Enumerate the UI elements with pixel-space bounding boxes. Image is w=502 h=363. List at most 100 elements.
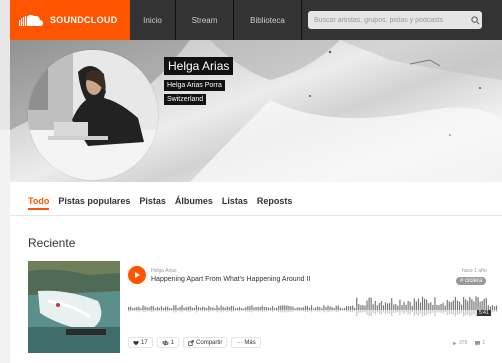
track-title[interactable]: Happening Apart From What's Happening Ar… bbox=[151, 276, 310, 283]
tab-albumes[interactable]: Álbumes bbox=[175, 196, 213, 210]
waveform-bar bbox=[183, 307, 185, 310]
waveform-bar-reflection bbox=[278, 310, 280, 313]
like-button[interactable]: 17 bbox=[128, 337, 153, 348]
waveform-bar-reflection bbox=[407, 310, 409, 315]
waveform-bar-reflection bbox=[220, 310, 222, 313]
waveform-bar bbox=[138, 306, 140, 310]
waveform-bar bbox=[329, 306, 331, 310]
soundcloud-logo[interactable]: SOUNDCLOUD bbox=[10, 0, 130, 40]
waveform-bar bbox=[444, 305, 446, 310]
waveform-bar bbox=[471, 299, 473, 310]
waveform-bar-reflection bbox=[345, 310, 348, 312]
waveform-bar-reflection bbox=[232, 310, 235, 312]
waterfall-artwork-image bbox=[28, 261, 120, 353]
waveform-bar bbox=[247, 306, 249, 310]
waveform-bar bbox=[378, 303, 380, 310]
waveform-bar-reflection bbox=[140, 310, 142, 311]
track-waveform[interactable] bbox=[128, 290, 498, 326]
waveform-bar bbox=[448, 301, 450, 310]
waveform-bar bbox=[228, 307, 230, 310]
waveform-bar bbox=[341, 308, 343, 310]
waveform-bar bbox=[419, 302, 422, 310]
tab-reposts[interactable]: Reposts bbox=[257, 196, 293, 210]
waveform-bar bbox=[376, 305, 378, 310]
waveform-bar-reflection bbox=[452, 310, 454, 315]
waveform-bar bbox=[401, 304, 403, 310]
waveform-bar-reflection bbox=[300, 310, 302, 312]
waveform-bar-reflection bbox=[304, 310, 306, 312]
waveform-bar bbox=[189, 306, 191, 310]
waveform-bar bbox=[167, 306, 169, 310]
waveform-bar-reflection bbox=[138, 310, 140, 312]
nav-stream[interactable]: Stream bbox=[176, 0, 234, 40]
play-button[interactable] bbox=[128, 266, 146, 284]
avatar-photo bbox=[28, 50, 158, 180]
waveform-bar-reflection bbox=[333, 310, 335, 311]
waveform-bar-reflection bbox=[302, 310, 304, 312]
waveform-bar-reflection bbox=[370, 310, 372, 317]
waveform-bar-reflection bbox=[282, 310, 284, 313]
waveform-bar-reflection bbox=[430, 310, 432, 314]
waveform-bar-reflection bbox=[199, 310, 202, 312]
waveform-bar-reflection bbox=[175, 310, 177, 313]
waveform-bar bbox=[421, 296, 424, 310]
more-button[interactable]: ··· Más bbox=[231, 337, 261, 348]
tab-pistas[interactable]: Pistas bbox=[139, 196, 166, 210]
waveform-bar-reflection bbox=[132, 310, 134, 311]
waveform-bar-reflection bbox=[450, 310, 452, 314]
repost-button[interactable]: 1 bbox=[156, 337, 180, 348]
waveform-bar-reflection bbox=[434, 310, 436, 317]
waveform-bar bbox=[214, 308, 216, 310]
share-button[interactable]: Compartir bbox=[183, 337, 228, 348]
share-label: Compartir bbox=[196, 339, 223, 346]
waveform-bar-reflection bbox=[339, 310, 341, 312]
waveform-bar-reflection bbox=[378, 310, 380, 314]
waveform-bar bbox=[473, 301, 475, 310]
track-tag[interactable]: # ciclera bbox=[456, 277, 487, 285]
profile-avatar[interactable] bbox=[28, 50, 158, 180]
nav-inicio[interactable]: Inicio bbox=[130, 0, 176, 40]
waveform-bar-reflection bbox=[493, 310, 496, 312]
waveform-bar-reflection bbox=[234, 310, 237, 311]
waveform-bar bbox=[212, 307, 214, 310]
waveform-bar-reflection bbox=[160, 310, 163, 312]
waveform-bar bbox=[165, 306, 167, 310]
waveform-bar-reflection bbox=[267, 310, 269, 312]
page-background bbox=[0, 0, 10, 130]
track-duration: 5:41 bbox=[477, 310, 491, 316]
waveform-bar bbox=[216, 305, 218, 310]
waveform-bar bbox=[310, 305, 313, 310]
waveform-bar bbox=[434, 297, 436, 310]
waveform-bar-reflection bbox=[393, 310, 395, 313]
waveform-bar bbox=[162, 307, 165, 310]
waveform-bar bbox=[315, 307, 317, 310]
tab-pistas-populares[interactable]: Pistas populares bbox=[58, 196, 130, 210]
waveform-bar bbox=[313, 308, 315, 310]
waveform-bar-reflection bbox=[212, 310, 214, 312]
waveform-bar bbox=[195, 305, 198, 310]
waveform-bar-reflection bbox=[189, 310, 191, 312]
track-artwork[interactable] bbox=[28, 261, 120, 353]
waveform-bar bbox=[253, 307, 255, 310]
waveform-bar-reflection bbox=[298, 310, 300, 312]
waveform-bar-reflection bbox=[448, 310, 450, 315]
waveform-bar bbox=[173, 305, 175, 310]
waveform-bar-reflection bbox=[255, 310, 257, 312]
waveform-bar bbox=[193, 307, 195, 310]
nav-biblioteca[interactable]: Biblioteca bbox=[234, 0, 302, 40]
waveform-bar-reflection bbox=[228, 310, 230, 312]
waveform-bar-reflection bbox=[421, 310, 424, 317]
waveform-bar bbox=[321, 308, 323, 310]
tab-listas[interactable]: Listas bbox=[222, 196, 248, 210]
comments-stat[interactable]: 1 bbox=[475, 340, 485, 346]
search-input[interactable]: Buscar artistas, grupos, pistas y podcas… bbox=[308, 11, 482, 29]
waveform-bar-reflection bbox=[343, 310, 346, 311]
search-icon[interactable] bbox=[468, 11, 482, 29]
track-username[interactable]: Helga Arias bbox=[151, 268, 177, 274]
tab-todo[interactable]: Todo bbox=[28, 196, 50, 210]
waveform-bar bbox=[352, 305, 354, 310]
track-stats: 379 1 bbox=[452, 340, 485, 346]
waveform-bar bbox=[411, 305, 413, 310]
waveform-bar bbox=[261, 305, 263, 310]
waveform-bar-reflection bbox=[495, 310, 498, 313]
